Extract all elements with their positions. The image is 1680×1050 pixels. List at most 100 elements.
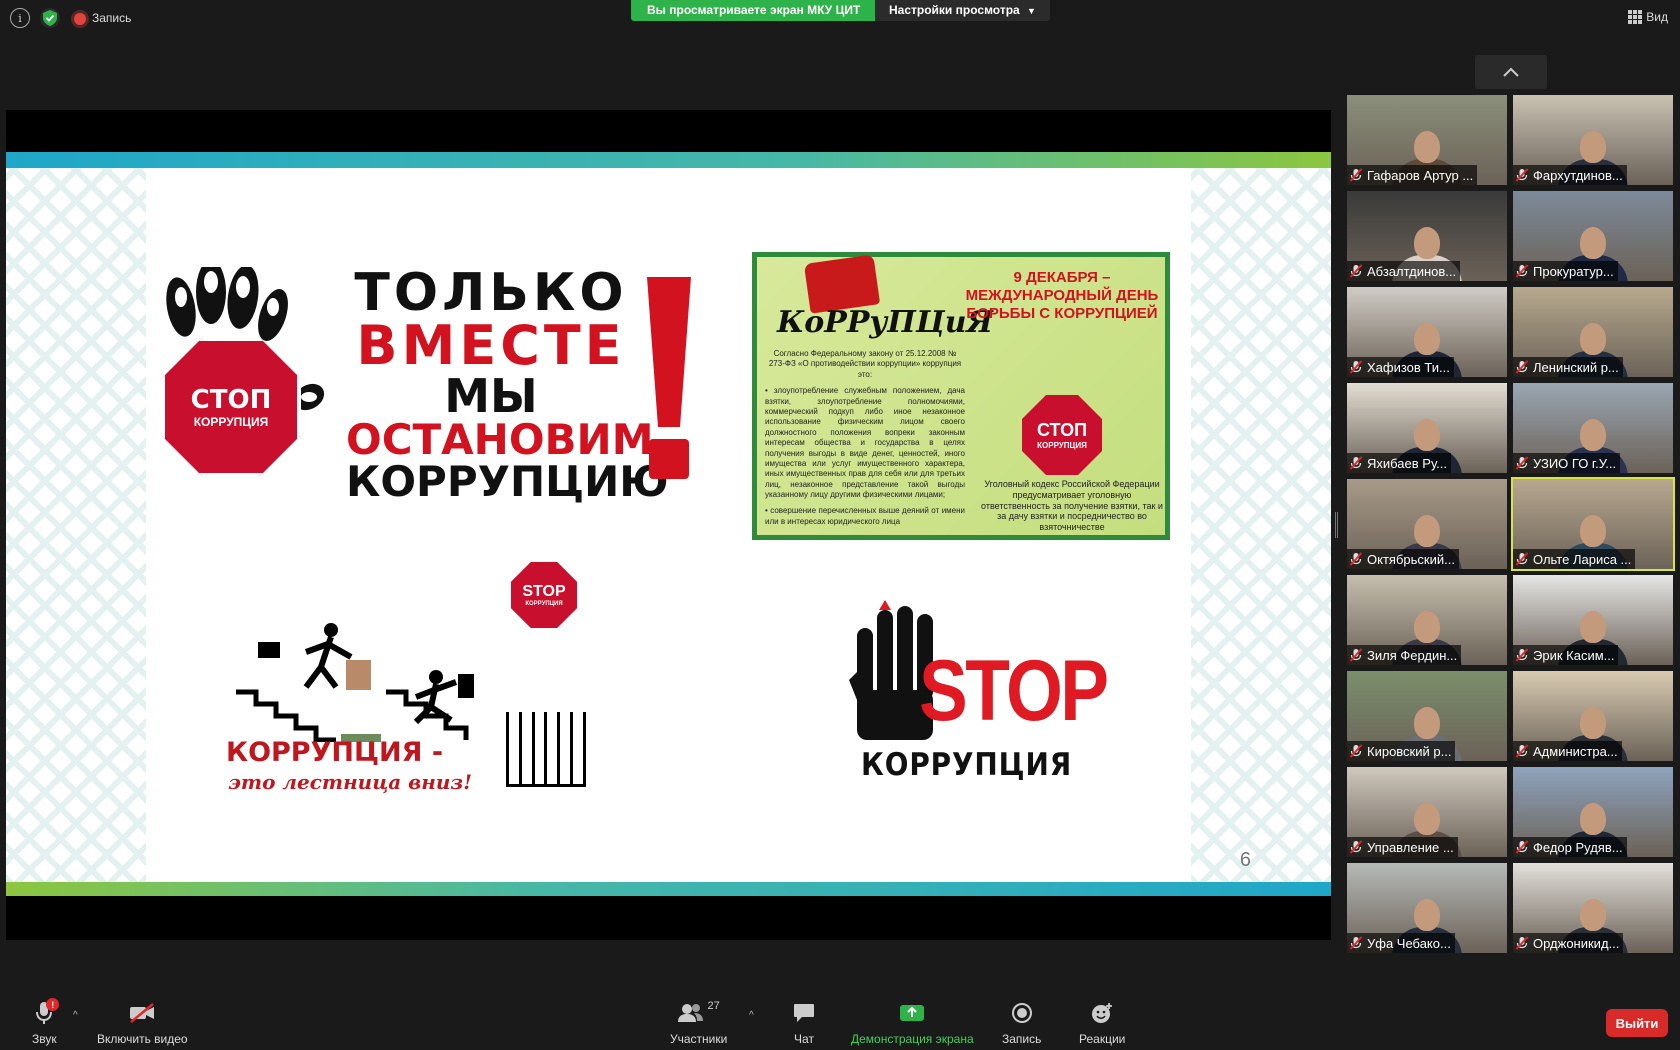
participant-name-tag: Ольте Лариса ... <box>1513 549 1636 569</box>
recording-indicator[interactable]: Запись <box>74 11 131 25</box>
slogan-line-5: КОРРУПЦИЮ <box>346 457 669 506</box>
share-banner: Вы просматриваете экран МКУ ЦИТ <box>631 0 877 21</box>
microphone-muted-icon <box>1349 936 1363 950</box>
participant-tile[interactable]: Абзалтдинов... <box>1347 191 1507 281</box>
participants-options-caret[interactable]: ^ <box>749 1010 754 1021</box>
participant-name: Октябрьский... <box>1367 551 1455 567</box>
slide-top-band <box>6 152 1331 168</box>
microphone-muted-icon <box>1349 648 1363 662</box>
participant-name-tag: Эрик Касим... <box>1513 645 1619 665</box>
chevron-up-icon <box>1503 67 1519 77</box>
participants-button[interactable]: 27 Участники <box>670 1000 727 1046</box>
meeting-toolbar: ! Звук ^ Включить видео 27 Участники ^ Ч… <box>0 990 1680 1050</box>
stop-sign-subtext: КОРРУПЦИЯ <box>193 415 269 429</box>
participant-tile[interactable]: Ольте Лариса ... <box>1511 477 1675 571</box>
record-label: Запись <box>1002 1032 1042 1046</box>
participant-name-tag: Фархутдинов... <box>1513 165 1627 185</box>
share-screen-label: Демонстрация экрана <box>851 1032 974 1046</box>
meeting-info-bar: i Запись <box>10 8 131 28</box>
slogan-line-1: ТОЛЬКО <box>354 263 628 323</box>
slide-bottom-band <box>6 882 1331 896</box>
microphone-muted-icon <box>1515 648 1529 662</box>
microphone-muted-icon <box>1349 552 1363 566</box>
participant-name-tag: УЗИО ГО г.У... <box>1513 453 1621 473</box>
recording-label: Запись <box>92 11 132 25</box>
participant-name-tag: Федор Рудяв... <box>1513 837 1627 857</box>
microphone-muted-icon <box>1515 168 1529 182</box>
participant-name-tag: Администра... <box>1513 741 1622 761</box>
participant-tile[interactable]: Прокуратур... <box>1513 191 1673 281</box>
participant-name-tag: Абзалтдинов... <box>1347 261 1461 281</box>
participant-tile[interactable]: УЗИО ГО г.У... <box>1513 383 1673 473</box>
microphone-muted-icon <box>1515 456 1529 470</box>
chat-label: Чат <box>794 1032 814 1046</box>
poster-stairs-down: STOP КОРРУПЦИЯ КОРРУПЦИЯ - это лестница … <box>226 562 596 794</box>
participant-name: Эрик Касим... <box>1533 647 1615 663</box>
participant-tile[interactable]: Администра... <box>1513 671 1673 761</box>
audio-options-caret[interactable]: ^ <box>73 1010 78 1021</box>
view-options-button[interactable]: Настройки просмотра ▼ <box>875 0 1050 21</box>
stairs-illustration <box>236 623 474 742</box>
poster-law-text: Согласно Федеральному закону от 25.12.20… <box>765 349 965 533</box>
security-shield-icon[interactable] <box>40 8 60 28</box>
start-video-label: Включить видео <box>97 1032 188 1046</box>
participant-tile[interactable]: Управление ... <box>1347 767 1507 857</box>
microphone-muted-icon <box>1349 264 1363 278</box>
participants-count: 27 <box>707 1000 720 1012</box>
audio-warning-badge: ! <box>46 998 60 1011</box>
reactions-button[interactable]: Реакции <box>1079 1000 1125 1046</box>
participant-tile[interactable]: Хафизов Ти... <box>1347 287 1507 377</box>
participant-tile[interactable]: Яхибаев Ру... <box>1347 383 1507 473</box>
stop-sign-text: СТОП <box>190 385 272 415</box>
participant-name: Кировский р... <box>1367 743 1452 759</box>
presentation-slide: СТОП КОРРУПЦИЯ ТОЛЬКО ВМЕСТЕ МЫ ОСТАНОВИ… <box>6 152 1331 896</box>
view-layout-button[interactable]: Вид <box>1628 10 1668 24</box>
jail-cage-icon <box>506 712 586 787</box>
shared-screen[interactable]: СТОП КОРРУПЦИЯ ТОЛЬКО ВМЕСТЕ МЫ ОСТАНОВИ… <box>6 110 1331 940</box>
participant-tile[interactable]: Кировский р... <box>1347 671 1507 761</box>
record-button[interactable]: Запись <box>1002 1000 1041 1046</box>
microphone-muted-icon <box>1515 840 1529 854</box>
participant-name-tag: Орджоникид... <box>1513 933 1624 953</box>
participant-tile[interactable]: Ленинский р... <box>1513 287 1673 377</box>
participant-tile[interactable]: Октябрьский... <box>1347 479 1507 569</box>
smiley-icon <box>1092 1003 1113 1023</box>
stop-sign: СТОП КОРРУПЦИЯ <box>1022 395 1102 475</box>
participant-tile[interactable]: Федор Рудяв... <box>1513 767 1673 857</box>
share-screen-icon <box>900 1005 925 1021</box>
participant-tile[interactable]: Гафаров Артур ... <box>1347 95 1507 185</box>
participant-name-tag: Ленинский р... <box>1513 357 1623 377</box>
poster-day-title: 9 ДЕКАБРЯ – МЕЖДУНАРОДНЫЙ ДЕНЬ БОРЬБЫ С … <box>965 269 1159 322</box>
participant-tile[interactable]: Фархутдинов... <box>1513 95 1673 185</box>
participant-name-tag: Яхибаев Ру... <box>1347 453 1451 473</box>
microphone-muted-icon <box>1349 456 1363 470</box>
audio-button[interactable]: ! Звук <box>32 998 60 1046</box>
participant-name: Прокуратур... <box>1533 263 1614 279</box>
poster-stairs-subtitle: это лестница вниз! <box>228 770 472 794</box>
view-layout-label: Вид <box>1646 10 1668 24</box>
slogan-line-3: МЫ <box>444 369 538 423</box>
participant-tile[interactable]: Уфа Чебако... <box>1347 863 1507 953</box>
video-off-icon <box>130 1003 155 1023</box>
microphone-muted-icon <box>1515 744 1529 758</box>
law-bullet-1: • злоупотребление служебным положением, … <box>765 386 965 500</box>
poster-stop-corruption: STOP КОРРУПЦИЯ <box>841 582 1109 792</box>
info-icon[interactable]: i <box>10 8 30 28</box>
share-screen-button[interactable]: Демонстрация экрана <box>851 1000 974 1046</box>
start-video-button[interactable]: Включить видео <box>97 1000 188 1046</box>
chat-bubble-icon <box>794 1004 814 1022</box>
stop-sign: STOP КОРРУПЦИЯ <box>511 562 577 628</box>
criminal-code-note: Уголовный кодекс Российской Федерации пр… <box>981 479 1163 533</box>
panel-resize-handle[interactable] <box>1335 512 1338 538</box>
grid-view-icon <box>1628 10 1643 24</box>
leave-meeting-button[interactable]: Выйти <box>1606 1009 1668 1037</box>
microphone-muted-icon <box>1349 840 1363 854</box>
slide-page-number: 6 <box>1239 849 1251 871</box>
participant-name: Федор Рудяв... <box>1533 839 1623 855</box>
participant-tile[interactable]: Эрик Касим... <box>1513 575 1673 665</box>
chat-button[interactable]: Чат <box>793 1000 815 1046</box>
gallery-scroll-up-button[interactable] <box>1475 55 1547 89</box>
participant-name: Яхибаев Ру... <box>1367 455 1447 471</box>
participant-tile[interactable]: Орджоникид... <box>1513 863 1673 953</box>
participant-tile[interactable]: Зиля Фердин... <box>1347 575 1507 665</box>
